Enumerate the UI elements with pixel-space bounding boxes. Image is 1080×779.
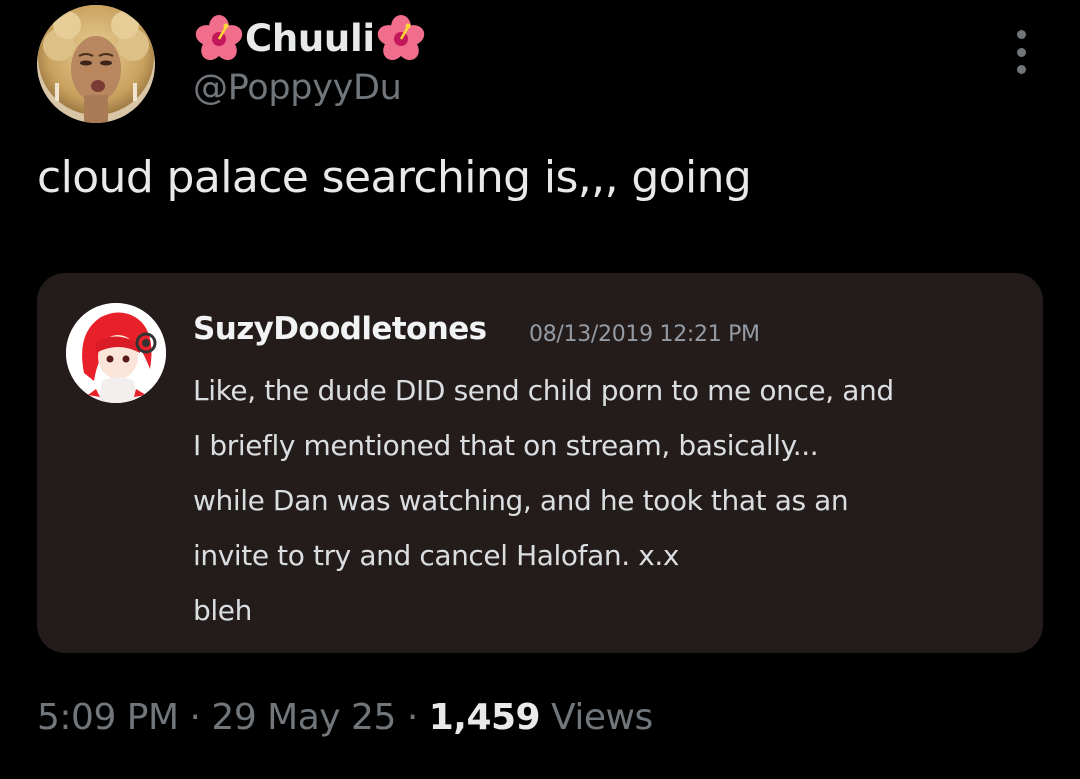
embed-message-line: Like, the dude DID send child porn to me… xyxy=(193,374,894,407)
author-display-name[interactable]: Chuuli xyxy=(193,10,427,66)
embed-timestamp: 08/13/2019 12:21 PM xyxy=(529,322,760,347)
hibiscus-icon xyxy=(195,15,243,61)
embedded-message-image[interactable]: SuzyDoodletones 08/13/2019 12:21 PM Like… xyxy=(37,273,1043,653)
meta-separator: · xyxy=(189,697,201,738)
embed-message-line: I briefly mentioned that on stream, basi… xyxy=(193,429,819,462)
views-label: Views xyxy=(551,697,653,738)
more-dot xyxy=(1016,65,1026,74)
author-avatar[interactable] xyxy=(37,5,155,123)
tweet-date[interactable]: 29 May 25 xyxy=(211,697,396,738)
more-dot xyxy=(1016,30,1026,39)
more-options-icon[interactable] xyxy=(1006,30,1036,74)
tweet-metadata: 5:09 PM · 29 May 25 · 1,459 Views xyxy=(37,697,653,738)
embed-message-line: bleh xyxy=(193,594,252,627)
embed-message-line: while Dan was watching, and he took that… xyxy=(193,484,849,517)
views-count[interactable]: 1,459 xyxy=(429,697,541,738)
embed-message-line: invite to try and cancel Halofan. x.x xyxy=(193,539,680,572)
hibiscus-icon xyxy=(377,15,424,61)
author-handle[interactable]: @PoppyyDu xyxy=(193,68,402,108)
tweet-time[interactable]: 5:09 PM xyxy=(37,697,179,738)
author-name-text: Chuuli xyxy=(245,16,375,60)
tweet-text: cloud palace searching is,,, going xyxy=(37,152,752,203)
meta-separator: · xyxy=(406,697,418,738)
more-dot xyxy=(1016,47,1026,57)
embed-message-body: Like, the dude DID send child porn to me… xyxy=(193,363,1033,638)
embed-username: SuzyDoodletones xyxy=(193,311,487,347)
embed-avatar xyxy=(66,303,166,403)
